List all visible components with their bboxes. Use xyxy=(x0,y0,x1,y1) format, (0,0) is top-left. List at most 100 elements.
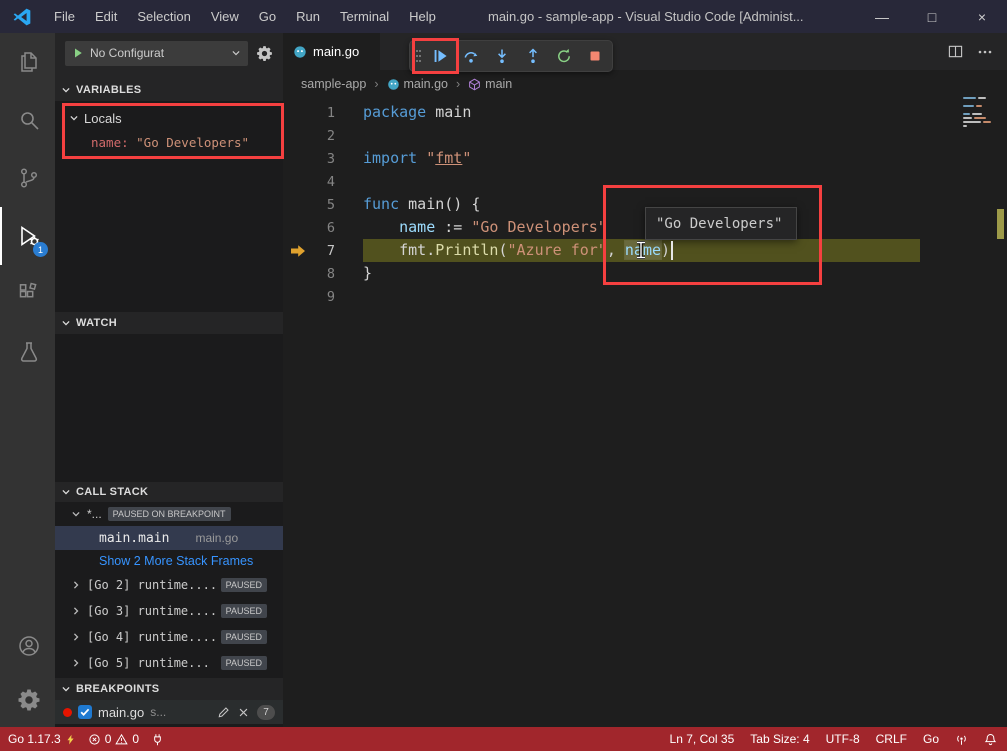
chevron-down-icon xyxy=(71,509,81,519)
menu-item-help[interactable]: Help xyxy=(399,0,446,33)
menu-item-view[interactable]: View xyxy=(201,0,249,33)
remote-icon[interactable] xyxy=(955,733,968,746)
close-button[interactable]: × xyxy=(957,0,1007,33)
callstack-thread-row[interactable]: [Go 4] runtime....PAUSED xyxy=(55,624,283,650)
explorer-icon[interactable] xyxy=(0,33,55,91)
notifications-bell-icon[interactable] xyxy=(984,733,997,746)
show-more-frames-link[interactable]: Show 2 More Stack Frames xyxy=(55,550,283,572)
variable-row[interactable]: name: "Go Developers" xyxy=(55,130,283,154)
code-line-5[interactable]: 5func main() { xyxy=(283,193,993,216)
breakpoints-section-header[interactable]: BREAKPOINTS xyxy=(55,678,283,700)
lightning-icon xyxy=(65,733,76,746)
paused-badge: PAUSED xyxy=(221,630,267,644)
tab-size-status[interactable]: Tab Size: 4 xyxy=(750,732,809,746)
account-icon[interactable] xyxy=(0,619,55,673)
menu-item-edit[interactable]: Edit xyxy=(85,0,127,33)
variables-title: VARIABLES xyxy=(76,84,141,96)
breakpoint-row[interactable]: main.go s... 7 xyxy=(55,700,283,724)
continue-button[interactable] xyxy=(424,41,455,71)
variables-section-header[interactable]: VARIABLES xyxy=(55,79,283,101)
go-file-icon xyxy=(293,45,307,59)
debug-settings-gear-icon[interactable] xyxy=(256,45,273,62)
gutter[interactable]: 1 xyxy=(283,101,363,124)
code-line-7[interactable]: 7 fmt.Println("Azure for", name) xyxy=(283,239,993,262)
settings-gear-icon[interactable] xyxy=(0,673,55,727)
tab-label: main.go xyxy=(313,44,359,59)
debug-sidebar: No Configurat VARIABLES Locals name: "Go… xyxy=(55,33,283,727)
code-area[interactable]: 1package main23import "fmt"45func main()… xyxy=(283,101,993,727)
breadcrumb-folder[interactable]: sample-app xyxy=(301,77,366,91)
line-number: 9 xyxy=(283,289,335,305)
frame-function: main.main xyxy=(99,531,169,546)
stack-frame-row-selected[interactable]: main.main main.go xyxy=(55,526,283,550)
minimap[interactable] xyxy=(961,93,993,155)
debug-config-dropdown[interactable]: No Configurat xyxy=(65,41,248,66)
debug-current-line-arrow xyxy=(290,244,306,258)
code-line-2[interactable]: 2 xyxy=(283,124,993,147)
minimize-button[interactable]: — xyxy=(857,0,907,33)
call-stack-section-header[interactable]: CALL STACK xyxy=(55,482,283,502)
go-version-status[interactable]: Go 1.17.3 xyxy=(8,732,76,746)
breakpoints-panel: main.go s... 7 xyxy=(55,700,283,727)
step-out-button[interactable] xyxy=(517,41,548,71)
menu-item-run[interactable]: Run xyxy=(286,0,330,33)
gutter[interactable]: 8 xyxy=(283,262,363,285)
locals-scope-row[interactable]: Locals xyxy=(55,106,283,130)
start-debug-icon[interactable] xyxy=(72,47,84,59)
breakpoint-dot-icon xyxy=(63,708,72,717)
testing-icon[interactable] xyxy=(0,323,55,381)
more-actions-icon[interactable] xyxy=(977,44,993,60)
tab-main-go[interactable]: main.go xyxy=(283,33,380,70)
remove-icon[interactable] xyxy=(238,707,249,718)
gutter[interactable]: 5 xyxy=(283,193,363,216)
title-bar: FileEditSelectionViewGoRunTerminalHelp m… xyxy=(0,0,1007,33)
restart-button[interactable] xyxy=(548,41,579,71)
gutter[interactable]: 9 xyxy=(283,285,363,308)
menu-item-file[interactable]: File xyxy=(44,0,85,33)
code-line-6[interactable]: 6 name := "Go Developers" xyxy=(283,216,993,239)
split-editor-icon[interactable] xyxy=(948,44,963,59)
breadcrumb-file[interactable]: main.go xyxy=(404,77,448,91)
debug-session-row[interactable]: *... PAUSED ON BREAKPOINT xyxy=(55,502,283,526)
frame-file: main.go xyxy=(195,531,238,545)
encoding-status[interactable]: UTF-8 xyxy=(826,732,860,746)
gutter[interactable]: 7 xyxy=(283,239,363,262)
extensions-icon[interactable] xyxy=(0,265,55,323)
debug-session-status[interactable] xyxy=(151,733,164,746)
variable-value: "Go Developers" xyxy=(136,135,249,150)
language-mode-status[interactable]: Go xyxy=(923,732,939,746)
code-line-9[interactable]: 9 xyxy=(283,285,993,308)
menu-item-terminal[interactable]: Terminal xyxy=(330,0,399,33)
step-over-button[interactable] xyxy=(455,41,486,71)
code-line-3[interactable]: 3import "fmt" xyxy=(283,147,993,170)
tab-bar: main.go xyxy=(283,33,1007,70)
menu-item-selection[interactable]: Selection xyxy=(127,0,200,33)
stop-button[interactable] xyxy=(579,41,610,71)
window-controls: — □ × xyxy=(857,0,1007,33)
search-icon[interactable] xyxy=(0,91,55,149)
code-line-8[interactable]: 8} xyxy=(283,262,993,285)
toolbar-drag-handle[interactable] xyxy=(412,41,424,71)
gutter[interactable]: 4 xyxy=(283,170,363,193)
gutter[interactable]: 6 xyxy=(283,216,363,239)
watch-section-header[interactable]: WATCH xyxy=(55,312,283,334)
callstack-thread-row[interactable]: [Go 2] runtime....PAUSED xyxy=(55,572,283,598)
cursor-position-status[interactable]: Ln 7, Col 35 xyxy=(670,732,735,746)
breadcrumb-symbol[interactable]: main xyxy=(485,77,512,91)
breakpoint-checkbox[interactable] xyxy=(78,705,92,719)
callstack-thread-row[interactable]: [Go 5] runtime...PAUSED xyxy=(55,650,283,676)
callstack-thread-row[interactable]: [Go 3] runtime....PAUSED xyxy=(55,598,283,624)
code-line-4[interactable]: 4 xyxy=(283,170,993,193)
edit-pencil-icon[interactable] xyxy=(217,706,230,719)
gutter[interactable]: 2 xyxy=(283,124,363,147)
run-and-debug-icon[interactable]: 1 xyxy=(0,207,55,265)
menu-item-go[interactable]: Go xyxy=(249,0,286,33)
source-control-icon[interactable] xyxy=(0,149,55,207)
gutter[interactable]: 3 xyxy=(283,147,363,170)
eol-status[interactable]: CRLF xyxy=(876,732,907,746)
code-line-1[interactable]: 1package main xyxy=(283,101,993,124)
maximize-button[interactable]: □ xyxy=(907,0,957,33)
step-over-icon xyxy=(463,48,479,64)
problems-status[interactable]: 0 0 xyxy=(88,732,139,746)
step-into-button[interactable] xyxy=(486,41,517,71)
